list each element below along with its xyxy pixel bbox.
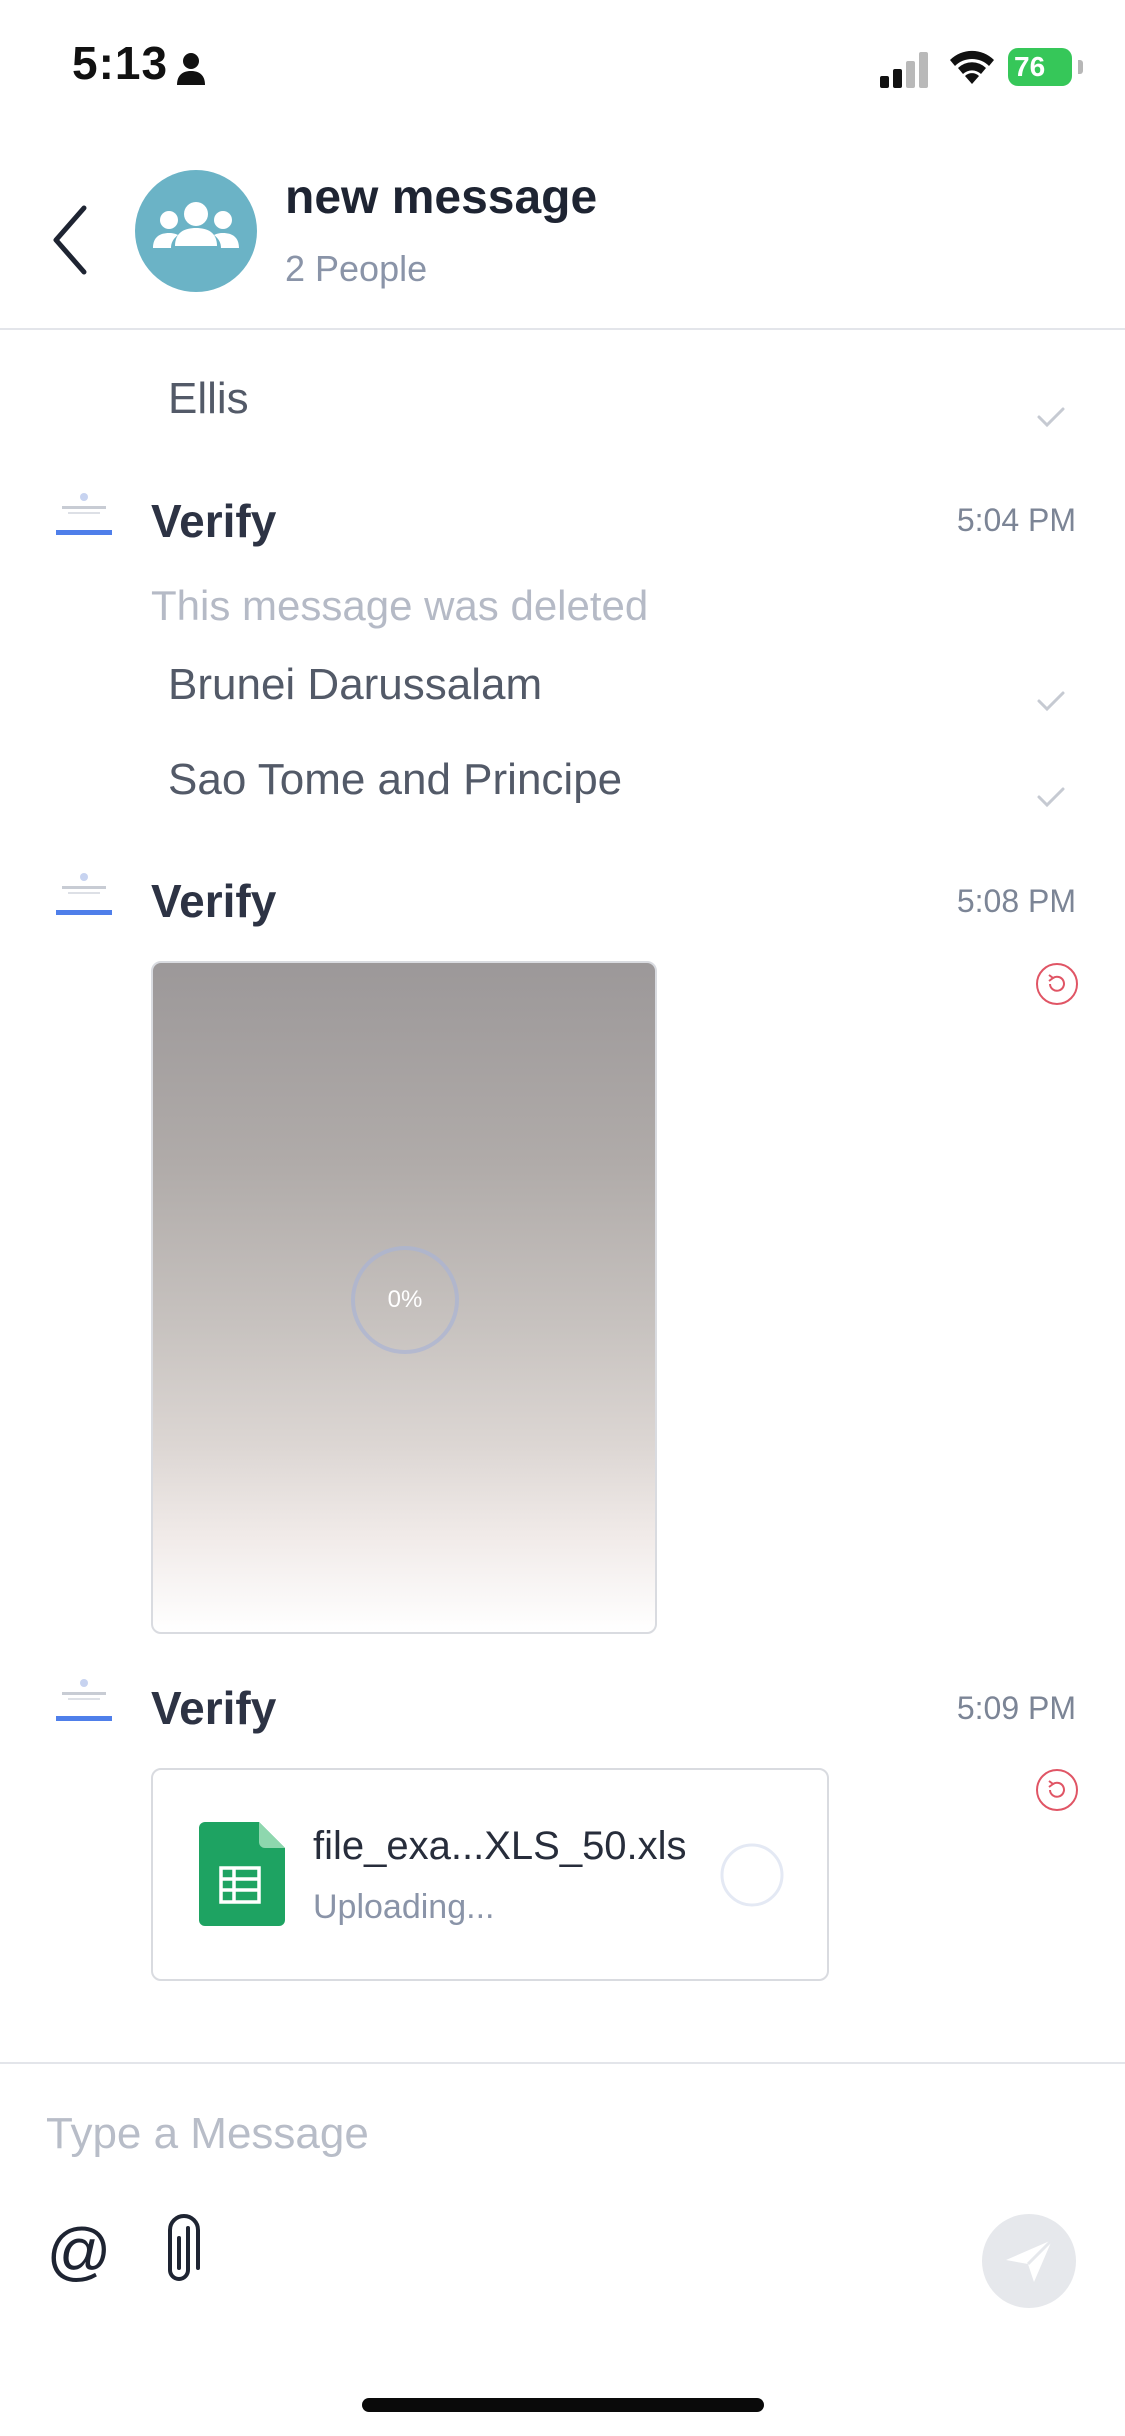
- battery-charging-icon: 76: [1008, 48, 1083, 86]
- image-attachment[interactable]: 0%: [151, 961, 657, 1634]
- retry-icon[interactable]: [1035, 962, 1079, 1006]
- upload-spinner-icon: [720, 1843, 784, 1907]
- wifi-icon: [950, 50, 994, 84]
- check-icon: [1037, 787, 1065, 808]
- message-text[interactable]: Brunei Darussalam: [168, 660, 542, 710]
- status-time: 5:13: [72, 37, 169, 89]
- sender-avatar[interactable]: [54, 1674, 114, 1726]
- message-text[interactable]: Sao Tome and Principe: [168, 755, 622, 805]
- upload-progress-label: 0%: [387, 1286, 423, 1313]
- status-bar: 5:13 76: [0, 0, 1125, 140]
- message-composer: @: [0, 2062, 1125, 2436]
- sender-name[interactable]: Verify: [151, 494, 276, 548]
- sender-name[interactable]: Verify: [151, 874, 276, 928]
- avatar[interactable]: [135, 170, 257, 292]
- paperclip-icon[interactable]: [154, 2214, 204, 2290]
- spreadsheet-icon: [199, 1822, 285, 1926]
- group-icon: [153, 202, 239, 248]
- file-status: Uploading...: [313, 1888, 495, 1926]
- message-input[interactable]: [46, 2094, 1076, 2174]
- file-attachment[interactable]: file_exa...XLS_50.xls Uploading...: [151, 1768, 829, 1981]
- check-icon: [1037, 691, 1065, 712]
- message-time: 5:09 PM: [956, 1690, 1076, 1726]
- message-text[interactable]: Ellis: [168, 374, 249, 424]
- back-chevron-icon[interactable]: [46, 200, 96, 280]
- chat-header: new message 2 People: [0, 140, 1125, 330]
- send-icon: [1006, 2238, 1054, 2282]
- message-time: 5:08 PM: [956, 883, 1076, 919]
- message-time: 5:04 PM: [956, 502, 1076, 538]
- signal-icon: [880, 52, 928, 88]
- chat-title[interactable]: new message: [285, 170, 597, 225]
- home-indicator: [362, 2398, 764, 2412]
- battery-level: 76: [1014, 51, 1046, 82]
- deleted-message: This message was deleted: [151, 582, 649, 629]
- check-icon: [1037, 407, 1065, 428]
- sender-avatar[interactable]: [54, 868, 114, 920]
- retry-icon[interactable]: [1035, 1768, 1079, 1812]
- sender-name[interactable]: Verify: [151, 1681, 276, 1735]
- file-name: file_exa...XLS_50.xls: [313, 1824, 687, 1868]
- mention-button[interactable]: @: [44, 2216, 114, 2286]
- chat-subtitle[interactable]: 2 People: [285, 248, 427, 290]
- send-button[interactable]: [982, 2214, 1076, 2308]
- sender-avatar[interactable]: [54, 488, 114, 540]
- person-icon: [177, 53, 205, 85]
